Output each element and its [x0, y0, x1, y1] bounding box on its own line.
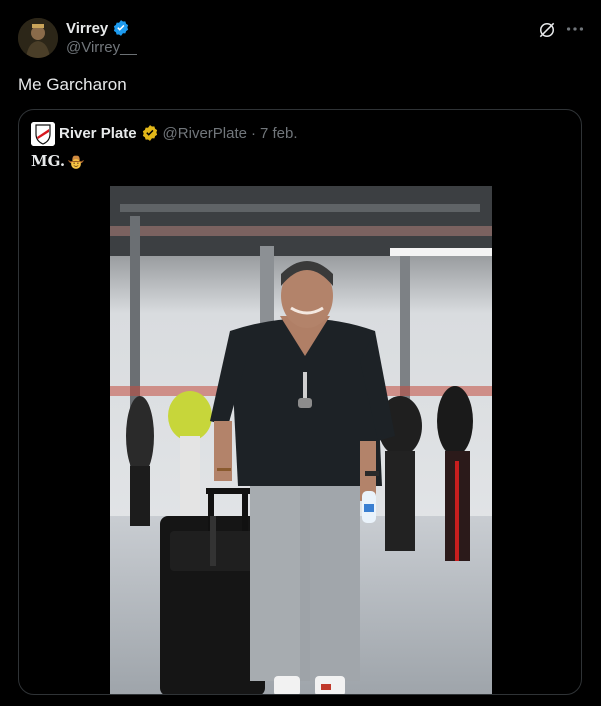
author-name-row[interactable]: Virrey — [66, 19, 130, 37]
tweet[interactable]: Virrey @Virrey__ Me Garcharon River Plat… — [0, 0, 601, 706]
author-name[interactable]: Virrey — [66, 20, 108, 37]
more-icon[interactable] — [564, 18, 586, 40]
cowboy-hat-face-icon — [68, 155, 85, 169]
quoted-tweet-card[interactable]: River Plate @RiverPlate · 7 feb. MG. — [18, 109, 582, 695]
quoted-author-avatar[interactable] — [31, 122, 55, 146]
separator-dot: · — [250, 124, 256, 142]
verified-badge-icon — [114, 20, 129, 36]
quoted-text: MG. — [31, 152, 85, 170]
gold-verified-badge-icon — [142, 125, 157, 141]
quoted-text-content: MG. — [31, 152, 66, 170]
quoted-header: River Plate @RiverPlate · 7 feb. — [59, 124, 298, 142]
tweet-text: Me Garcharon — [18, 75, 127, 94]
quoted-author-handle[interactable]: @RiverPlate — [163, 125, 247, 142]
grok-icon[interactable] — [537, 20, 557, 40]
author-avatar[interactable] — [18, 18, 58, 58]
quoted-photo[interactable] — [110, 186, 492, 694]
quoted-author-name[interactable]: River Plate — [59, 125, 137, 142]
author-handle[interactable]: @Virrey__ — [66, 39, 137, 56]
quoted-date[interactable]: 7 feb. — [260, 125, 298, 142]
